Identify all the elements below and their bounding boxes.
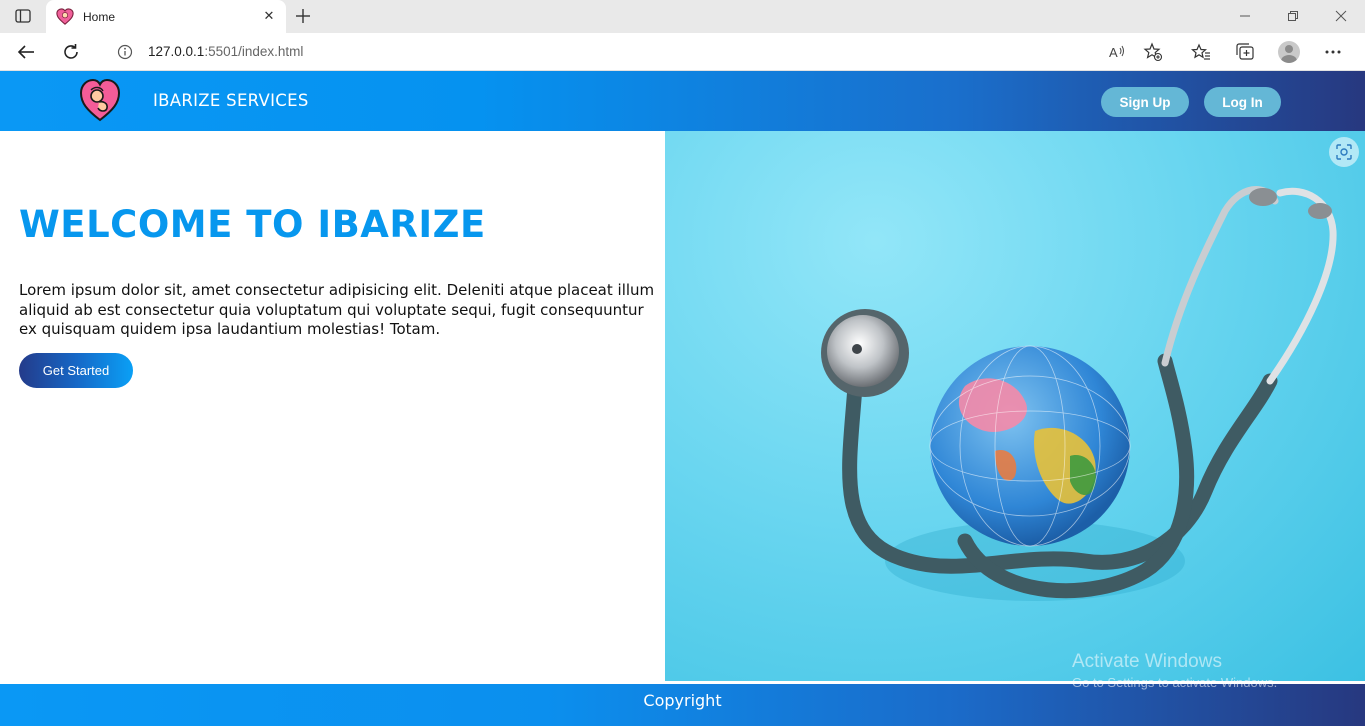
browser-toolbar: 127.0.0.1:5501/index.html A — [0, 33, 1365, 71]
add-favorite-icon[interactable] — [1139, 38, 1167, 66]
collections-icon[interactable] — [1223, 37, 1267, 67]
tab-actions-icon[interactable] — [8, 5, 38, 27]
refresh-icon[interactable] — [55, 37, 87, 67]
more-menu-icon[interactable] — [1311, 37, 1355, 67]
avatar — [1278, 41, 1300, 63]
hero-title: WELCOME TO IBARIZE — [19, 203, 486, 246]
favorites-icon[interactable] — [1179, 37, 1223, 67]
brand-name[interactable]: IBARIZE SERVICES — [153, 91, 309, 110]
svg-text:A: A — [1109, 45, 1118, 60]
browser-tab-home[interactable]: Home ✕ — [46, 0, 286, 33]
stethoscope-globe-illustration — [821, 186, 1337, 601]
hero-image-stethoscope-globe — [665, 131, 1365, 681]
browser-tabstrip: Home ✕ — [0, 0, 1365, 33]
watermark-subtitle: Go to Settings to activate Windows. — [1072, 675, 1278, 690]
windows-activation-watermark: Activate Windows Go to Settings to activ… — [1072, 651, 1277, 690]
close-tab-icon[interactable]: ✕ — [256, 6, 282, 28]
site-info-icon[interactable] — [108, 44, 142, 60]
window-controls — [1221, 0, 1365, 33]
get-started-button[interactable]: Get Started — [19, 353, 133, 388]
visual-search-icon[interactable] — [1329, 137, 1359, 167]
address-bar[interactable]: 127.0.0.1:5501/index.html A — [100, 36, 1173, 67]
hero-description: Lorem ipsum dolor sit, amet consectetur … — [19, 281, 655, 338]
profile-avatar[interactable] — [1267, 37, 1311, 67]
back-icon[interactable] — [10, 37, 42, 67]
heart-logo-icon — [56, 7, 74, 26]
close-window-icon[interactable] — [1317, 0, 1365, 32]
restore-icon[interactable] — [1269, 0, 1317, 32]
site-footer: Copyright — [0, 684, 1365, 726]
read-aloud-icon[interactable]: A — [1103, 38, 1131, 66]
new-tab-icon[interactable] — [290, 4, 316, 28]
minimize-icon[interactable] — [1221, 0, 1269, 32]
tab-title: Home — [83, 9, 116, 24]
address-path: :5501/index.html — [204, 44, 304, 59]
login-button[interactable]: Log In — [1204, 87, 1281, 117]
address-url: 127.0.0.1:5501/index.html — [148, 44, 303, 59]
site-header: IBARIZE SERVICES Sign Up Log In — [0, 71, 1365, 131]
heart-baby-logo-icon[interactable] — [79, 77, 121, 123]
copyright-text: Copyright — [643, 691, 722, 710]
watermark-title: Activate Windows — [1072, 651, 1222, 672]
address-host: 127.0.0.1 — [148, 44, 205, 59]
signup-button[interactable]: Sign Up — [1101, 87, 1189, 117]
